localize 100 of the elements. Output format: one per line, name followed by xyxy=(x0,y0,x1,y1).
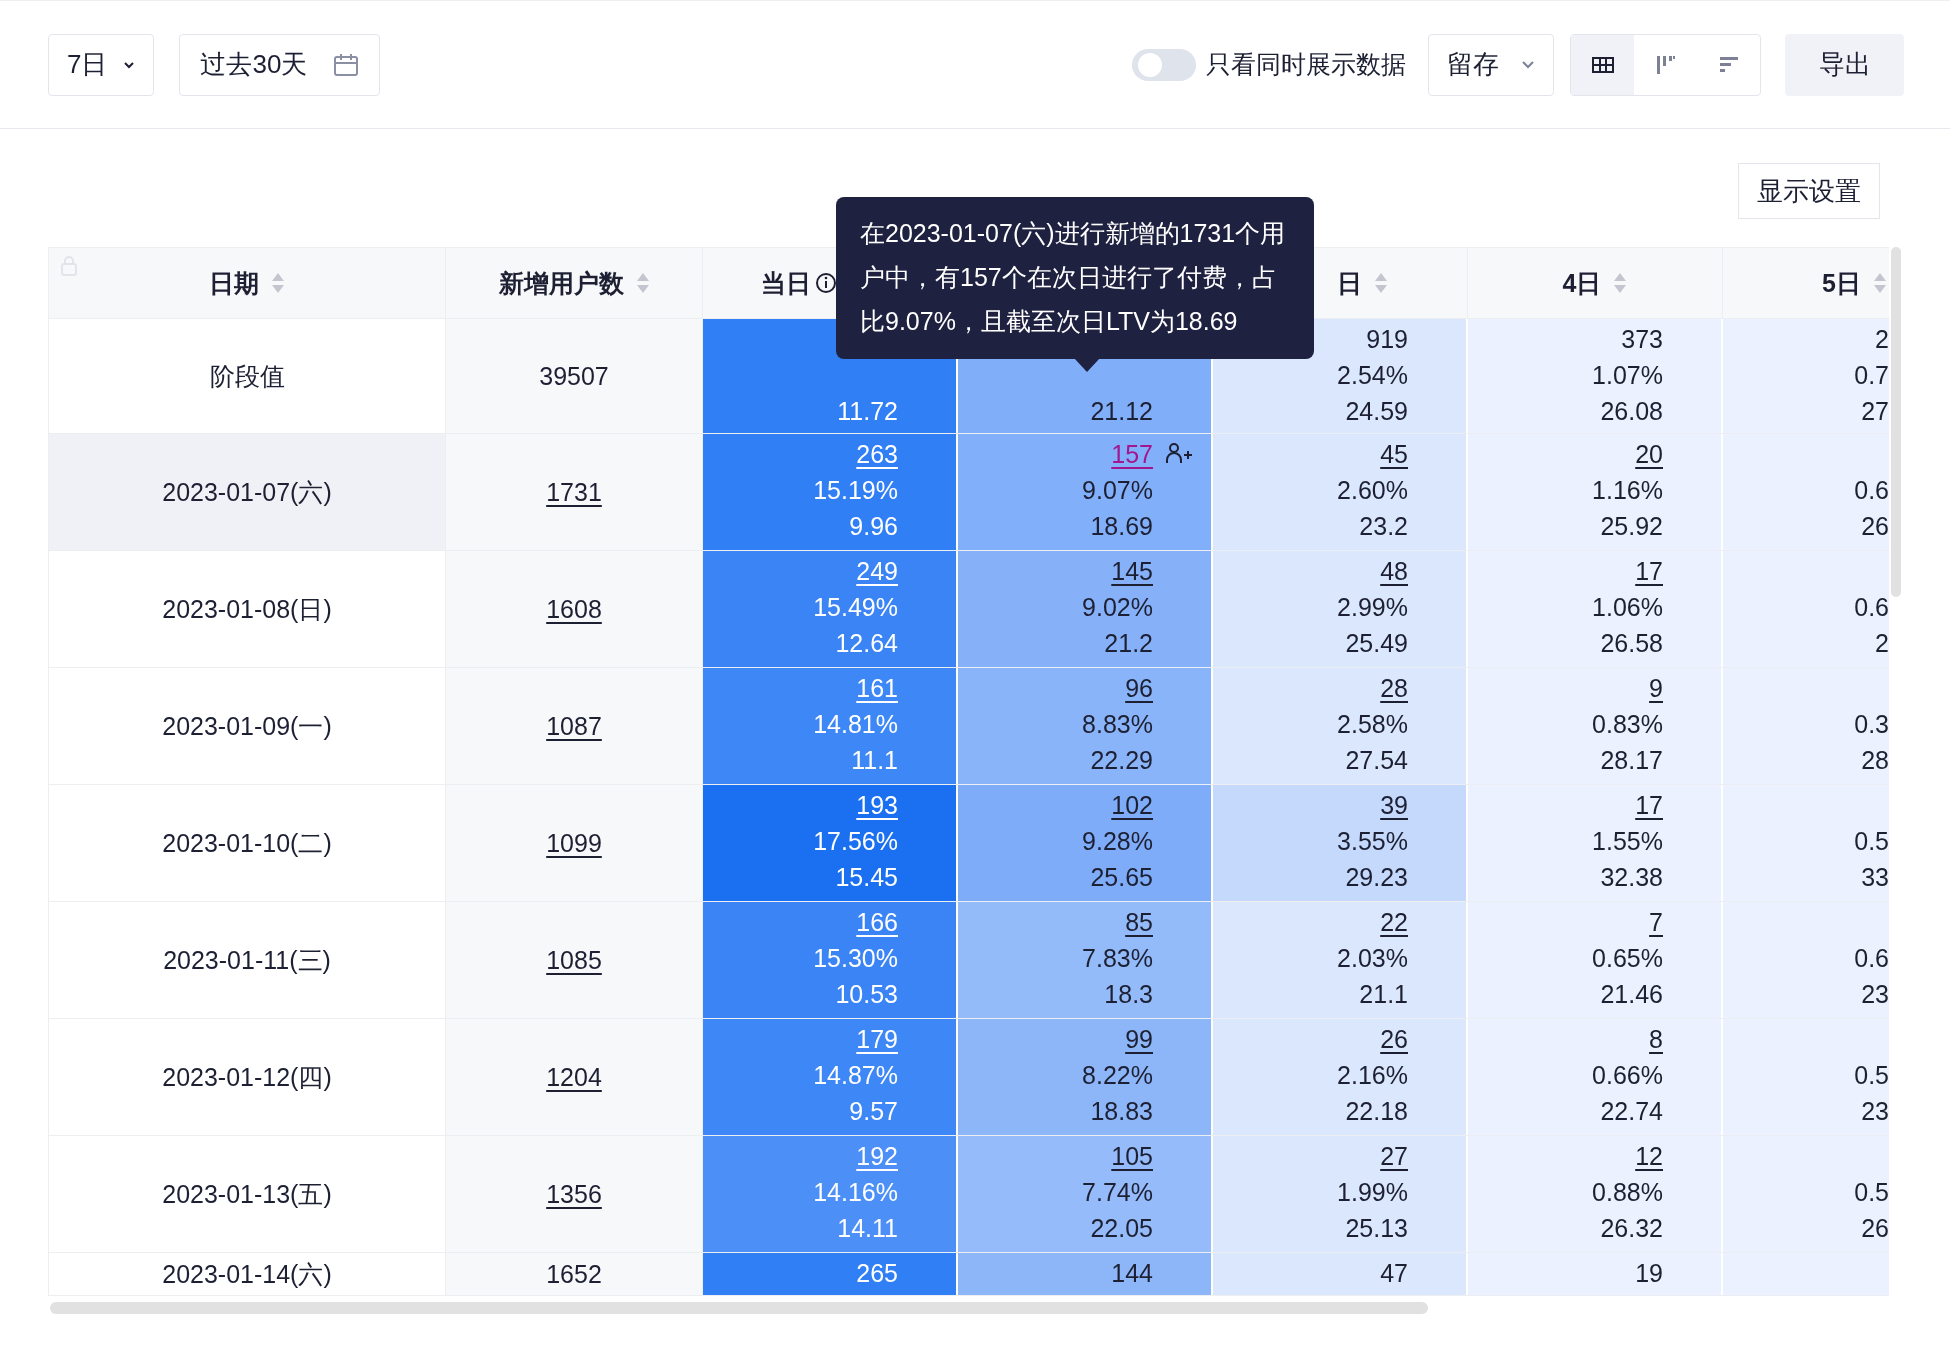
new-users-count: 1652 xyxy=(546,1259,602,1289)
count-link[interactable]: 263 xyxy=(856,439,898,469)
ltv-text: 22.05 xyxy=(1090,1213,1153,1243)
toggle-label: 只看同时展示数据 xyxy=(1206,49,1406,80)
count-link[interactable]: 105 xyxy=(1111,1141,1153,1171)
toggle-switch[interactable] xyxy=(1132,48,1196,81)
new-users-count[interactable]: 1085 xyxy=(546,945,602,975)
new-users-count[interactable]: 1356 xyxy=(546,1179,602,1209)
sort-icon[interactable] xyxy=(1873,272,1887,294)
count-link[interactable]: 12 xyxy=(1635,1141,1663,1171)
new-users-count[interactable]: 1087 xyxy=(546,711,602,741)
percent-text: 7.83% xyxy=(1082,943,1153,973)
percent-text: 14.81% xyxy=(813,709,898,739)
ltv-text: 26 xyxy=(1861,1213,1889,1243)
count-link[interactable]: 39 xyxy=(1380,790,1408,820)
header-label: 当日 xyxy=(761,267,811,299)
date-cell: 2023-01-07(六) xyxy=(49,434,446,550)
header-label: 5日 xyxy=(1822,267,1861,299)
ltv-text: 33 xyxy=(1861,862,1889,892)
ltv-text: 25.49 xyxy=(1345,628,1408,658)
percent-text: 0.5 xyxy=(1854,1177,1889,1207)
ltv-text: 25.92 xyxy=(1600,511,1663,541)
count-link[interactable]: 27 xyxy=(1380,1141,1408,1171)
vertical-scrollbar[interactable] xyxy=(1891,247,1901,597)
ltv-text: 18.69 xyxy=(1090,511,1153,541)
count-link[interactable]: 102 xyxy=(1111,790,1153,820)
sort-icon[interactable] xyxy=(635,272,650,294)
display-settings-button[interactable]: 显示设置 xyxy=(1738,163,1880,219)
count-link[interactable]: 166 xyxy=(856,907,898,937)
ltv-text: 15.45 xyxy=(835,862,898,892)
metric-dropdown[interactable]: 留存 xyxy=(1428,33,1554,96)
tooltip-text: 在2023-01-07(六)进行新增的1731个用户中，有157个在次日进行了付费，占比9.07%，且截至次日LTV为18.69 xyxy=(860,218,1287,337)
percent-text: 0.3 xyxy=(1854,709,1889,739)
new-users-count[interactable]: 1099 xyxy=(546,828,602,858)
count-link[interactable]: 161 xyxy=(856,673,898,703)
count-link[interactable]: 145 xyxy=(1111,556,1153,586)
percent-text: 2.58% xyxy=(1337,709,1408,739)
period-dropdown[interactable]: 7日 xyxy=(48,33,155,96)
count-link[interactable]: 22 xyxy=(1380,907,1408,937)
new-users-count[interactable]: 1608 xyxy=(546,594,602,624)
percent-text: 9.07% xyxy=(1082,475,1153,505)
count-link[interactable]: 193 xyxy=(856,790,898,820)
ltv-text: 32.38 xyxy=(1600,862,1663,892)
count-link[interactable]: 9 xyxy=(1649,673,1663,703)
percent-text: 1.16% xyxy=(1592,475,1663,505)
ltv-text: 23 xyxy=(1861,979,1889,1009)
ltv-text: 11.72 xyxy=(837,396,898,426)
count-link[interactable]: 28 xyxy=(1380,673,1408,703)
header-label: 4日 xyxy=(1562,267,1602,299)
count-link[interactable]: 45 xyxy=(1380,439,1408,469)
count-link[interactable]: 17 xyxy=(1635,556,1663,586)
percent-text: 9.02% xyxy=(1082,592,1153,622)
percent-text: 15.30% xyxy=(813,943,898,973)
ltv-text: 28 xyxy=(1861,745,1889,775)
sort-icon[interactable] xyxy=(1613,272,1628,294)
percent-text: 7.74% xyxy=(1082,1177,1153,1207)
sort-icon[interactable] xyxy=(271,272,285,294)
percent-text: 0.6 xyxy=(1854,592,1889,622)
ltv-text: 27.54 xyxy=(1345,745,1408,775)
count-link[interactable]: 179 xyxy=(856,1024,898,1054)
add-user-icon[interactable] xyxy=(1165,442,1193,464)
count-link[interactable]: 99 xyxy=(1125,1024,1153,1054)
ltv-text: 14.11 xyxy=(837,1213,898,1243)
count-link[interactable]: 96 xyxy=(1125,673,1153,703)
view-toggle[interactable] xyxy=(1571,34,1634,95)
sort-icon[interactable] xyxy=(1373,272,1388,294)
count-link[interactable]: 48 xyxy=(1380,556,1408,586)
count-link[interactable]: 85 xyxy=(1125,907,1153,937)
count-link[interactable]: 7 xyxy=(1649,907,1663,937)
percent-text: 0.5 xyxy=(1854,826,1889,856)
ltv-text: 27 xyxy=(1861,396,1889,426)
ltv-text: 11.1 xyxy=(851,745,898,775)
ltv-text: 12.64 xyxy=(835,628,898,658)
ltv-text: 25.13 xyxy=(1345,1213,1408,1243)
percent-text: 14.87% xyxy=(813,1060,898,1090)
new-users-count[interactable]: 1731 xyxy=(546,477,602,507)
header-label: 日 xyxy=(1336,267,1362,299)
export-button[interactable]: 导出 xyxy=(1785,33,1904,96)
count-link[interactable]: 249 xyxy=(856,556,898,586)
ltv-text: 26.58 xyxy=(1600,628,1663,658)
ltv-text: 2 xyxy=(1875,628,1889,658)
count-link[interactable]: 8 xyxy=(1649,1024,1663,1054)
steps-icon xyxy=(1718,55,1739,74)
ltv-text: 28.17 xyxy=(1600,745,1663,775)
grid-icon xyxy=(1591,56,1614,73)
count-link[interactable]: 17 xyxy=(1635,790,1663,820)
ltv-text: 9.96 xyxy=(849,511,898,541)
horizontal-scrollbar[interactable] xyxy=(50,1302,1428,1314)
ltv-text: 22.18 xyxy=(1345,1096,1408,1126)
percent-text: 14.16% xyxy=(813,1177,898,1207)
ltv-text: 21.46 xyxy=(1600,979,1663,1009)
percent-text: 0.7 xyxy=(1854,360,1889,390)
percent-text: 0.6 xyxy=(1854,943,1889,973)
bars-icon xyxy=(1655,54,1676,75)
new-users-count[interactable]: 1204 xyxy=(546,1062,602,1092)
count-link[interactable]: 20 xyxy=(1635,439,1663,469)
new-users-count: 39507 xyxy=(539,361,609,391)
ltv-text: 21.2 xyxy=(1104,628,1153,658)
count-link[interactable]: 26 xyxy=(1380,1024,1408,1054)
date-range-field[interactable]: 过去30天 xyxy=(179,33,381,96)
